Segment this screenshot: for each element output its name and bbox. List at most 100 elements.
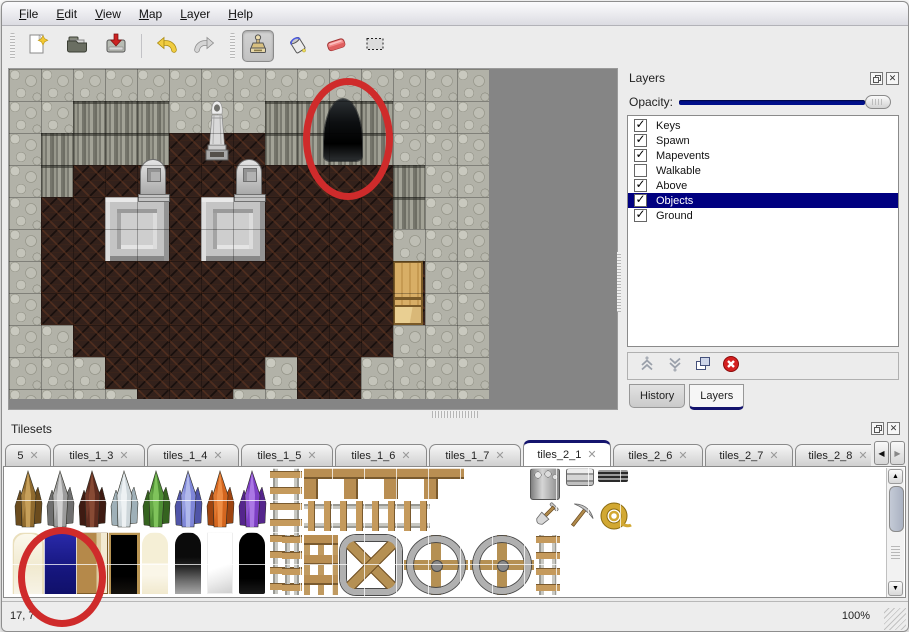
scroll-tabs-right-button[interactable]: ▶	[890, 441, 905, 465]
layer-visibility-checkbox[interactable]: ✓	[634, 209, 647, 222]
tileset-sprite-crystal[interactable]	[204, 468, 236, 531]
tileset-sprite-crystal[interactable]	[76, 468, 108, 531]
menu-view[interactable]: View	[86, 5, 130, 23]
layer-row-keys[interactable]: ✓Keys	[628, 118, 898, 133]
tileset-tab-tiles_1_5[interactable]: tiles_1_5✕	[241, 444, 333, 466]
tileset-sprite-pickaxe[interactable]	[564, 501, 596, 531]
tileset-sprite-door-black-arch[interactable]	[239, 532, 265, 594]
float-panel-button[interactable]	[870, 72, 883, 85]
layer-visibility-checkbox[interactable]	[634, 164, 647, 177]
tileset-sprite-ladder-v[interactable]	[536, 535, 560, 595]
lower-layer-button[interactable]	[666, 357, 684, 375]
tileset-sprite-door-black-arch-fade[interactable]	[175, 532, 201, 594]
panel-tab-history[interactable]: History	[629, 384, 685, 408]
layer-visibility-checkbox[interactable]: ✓	[634, 179, 647, 192]
fill-tool-button[interactable]	[281, 30, 313, 62]
horizontal-splitter[interactable]	[432, 411, 478, 418]
close-panel-button[interactable]: ✕	[887, 422, 900, 435]
toolbar-grip[interactable]	[230, 33, 235, 59]
menu-file[interactable]: File	[10, 5, 47, 23]
tileset-tab-tiles_1_6[interactable]: tiles_1_6✕	[335, 444, 427, 466]
tileset-sprite-door-framed[interactable]	[108, 532, 140, 594]
tileset-sprite-crystal[interactable]	[108, 468, 140, 531]
close-tab-icon[interactable]: ✕	[29, 449, 38, 462]
tileset-tab-tiles_2_7[interactable]: tiles_2_7✕	[705, 444, 793, 466]
menu-map[interactable]: Map	[130, 5, 171, 23]
tileset-content[interactable]: ▲ ▼	[3, 466, 906, 598]
select-tool-button[interactable]	[359, 30, 391, 62]
open-map-button[interactable]	[61, 30, 93, 62]
tileset-tab-tiles_1_7[interactable]: tiles_1_7✕	[429, 444, 521, 466]
tileset-tab-tiles_1_3[interactable]: tiles_1_3✕	[53, 444, 145, 466]
delete-layer-button[interactable]	[722, 357, 740, 375]
close-tab-icon[interactable]: ✕	[119, 449, 128, 462]
eraser-tool-button[interactable]	[320, 30, 352, 62]
close-tab-icon[interactable]: ✕	[587, 448, 596, 461]
tileset-sprite-metal-bars[interactable]	[598, 470, 628, 482]
tileset-sprite-shovel[interactable]	[530, 501, 562, 531]
tileset-sprite-crystal[interactable]	[12, 468, 44, 531]
layer-row-walkable[interactable]: Walkable	[628, 163, 898, 178]
layer-row-objects[interactable]: ✓Objects	[628, 193, 898, 208]
tileset-sprite-ladder-v[interactable]	[282, 535, 302, 595]
tileset-sprite-wheel-round[interactable]	[404, 535, 468, 595]
close-tab-icon[interactable]: ✕	[678, 449, 687, 462]
layer-visibility-checkbox[interactable]: ✓	[634, 134, 647, 147]
new-map-button[interactable]	[22, 30, 54, 62]
tileset-tab-5[interactable]: 5✕	[5, 444, 51, 466]
raise-layer-button[interactable]	[638, 357, 656, 375]
undo-button[interactable]	[150, 30, 182, 62]
layer-visibility-checkbox[interactable]: ✓	[634, 149, 647, 162]
tileset-tab-tiles_2_8[interactable]: tiles_2_8✕	[795, 444, 871, 466]
opacity-slider-track[interactable]	[679, 100, 865, 105]
tileset-tab-tiles_2_6[interactable]: tiles_2_6✕	[613, 444, 703, 466]
tileset-tab-tiles_1_4[interactable]: tiles_1_4✕	[147, 444, 239, 466]
menu-edit[interactable]: Edit	[47, 5, 86, 23]
layer-row-mapevents[interactable]: ✓Mapevents	[628, 148, 898, 163]
close-tab-icon[interactable]: ✕	[401, 449, 410, 462]
tileset-sprite-door-white-shade[interactable]	[207, 532, 233, 594]
scroll-down-button[interactable]: ▼	[888, 581, 903, 596]
close-tab-icon[interactable]: ✕	[213, 449, 222, 462]
tileset-sprite-wheel-round[interactable]	[470, 535, 534, 595]
tileset-sprite-rope[interactable]	[598, 501, 632, 531]
layer-row-above[interactable]: ✓Above	[628, 178, 898, 193]
tileset-sprite-wheel-x[interactable]	[340, 535, 402, 595]
layer-visibility-checkbox[interactable]: ✓	[634, 194, 647, 207]
close-panel-button[interactable]: ✕	[886, 72, 899, 85]
scroll-tabs-left-button[interactable]: ◀	[874, 441, 889, 465]
panel-tab-layers[interactable]: Layers	[689, 384, 744, 410]
tileset-sprite-skull-pillar[interactable]	[530, 468, 560, 500]
scroll-up-button[interactable]: ▲	[888, 469, 903, 484]
close-tab-icon[interactable]: ✕	[858, 449, 867, 462]
tileset-sprite-door-cream-arch[interactable]	[142, 532, 168, 594]
layer-visibility-checkbox[interactable]: ✓	[634, 119, 647, 132]
menu-layer[interactable]: Layer	[171, 5, 219, 23]
stamp-tool-button[interactable]	[242, 30, 274, 62]
tileset-sprite-crystal[interactable]	[236, 468, 268, 531]
redo-button[interactable]	[189, 30, 221, 62]
opacity-slider-handle[interactable]	[865, 95, 891, 109]
layer-row-ground[interactable]: ✓Ground	[628, 208, 898, 223]
duplicate-layer-button[interactable]	[694, 357, 712, 375]
tileset-sprite-planks-top[interactable]	[304, 468, 464, 499]
tileset-sprite-capital[interactable]	[566, 468, 594, 486]
tileset-tab-tiles_2_1[interactable]: tiles_2_1✕	[523, 440, 611, 466]
tileset-sprite-ladder-h[interactable]	[304, 501, 430, 531]
tileset-sprite-crystal[interactable]	[140, 468, 172, 531]
close-tab-icon[interactable]: ✕	[307, 449, 316, 462]
close-tab-icon[interactable]: ✕	[769, 449, 778, 462]
close-tab-icon[interactable]: ✕	[495, 449, 504, 462]
menu-help[interactable]: Help	[219, 5, 262, 23]
float-panel-button[interactable]	[871, 422, 884, 435]
toolbar-grip[interactable]	[10, 33, 15, 59]
save-map-button[interactable]	[100, 30, 132, 62]
tileset-sprite-crystal[interactable]	[172, 468, 204, 531]
tileset-sprite-planks-grid[interactable]	[304, 535, 338, 595]
window-resize-grip[interactable]	[884, 608, 906, 630]
tileset-sprite-crystal[interactable]	[44, 468, 76, 531]
scrollbar-thumb[interactable]	[889, 486, 904, 532]
layer-row-spawn[interactable]: ✓Spawn	[628, 133, 898, 148]
layer-list[interactable]: ✓Keys✓Spawn✓MapeventsWalkable✓Above✓Obje…	[627, 115, 899, 347]
tileset-scrollbar[interactable]: ▲ ▼	[886, 468, 904, 597]
